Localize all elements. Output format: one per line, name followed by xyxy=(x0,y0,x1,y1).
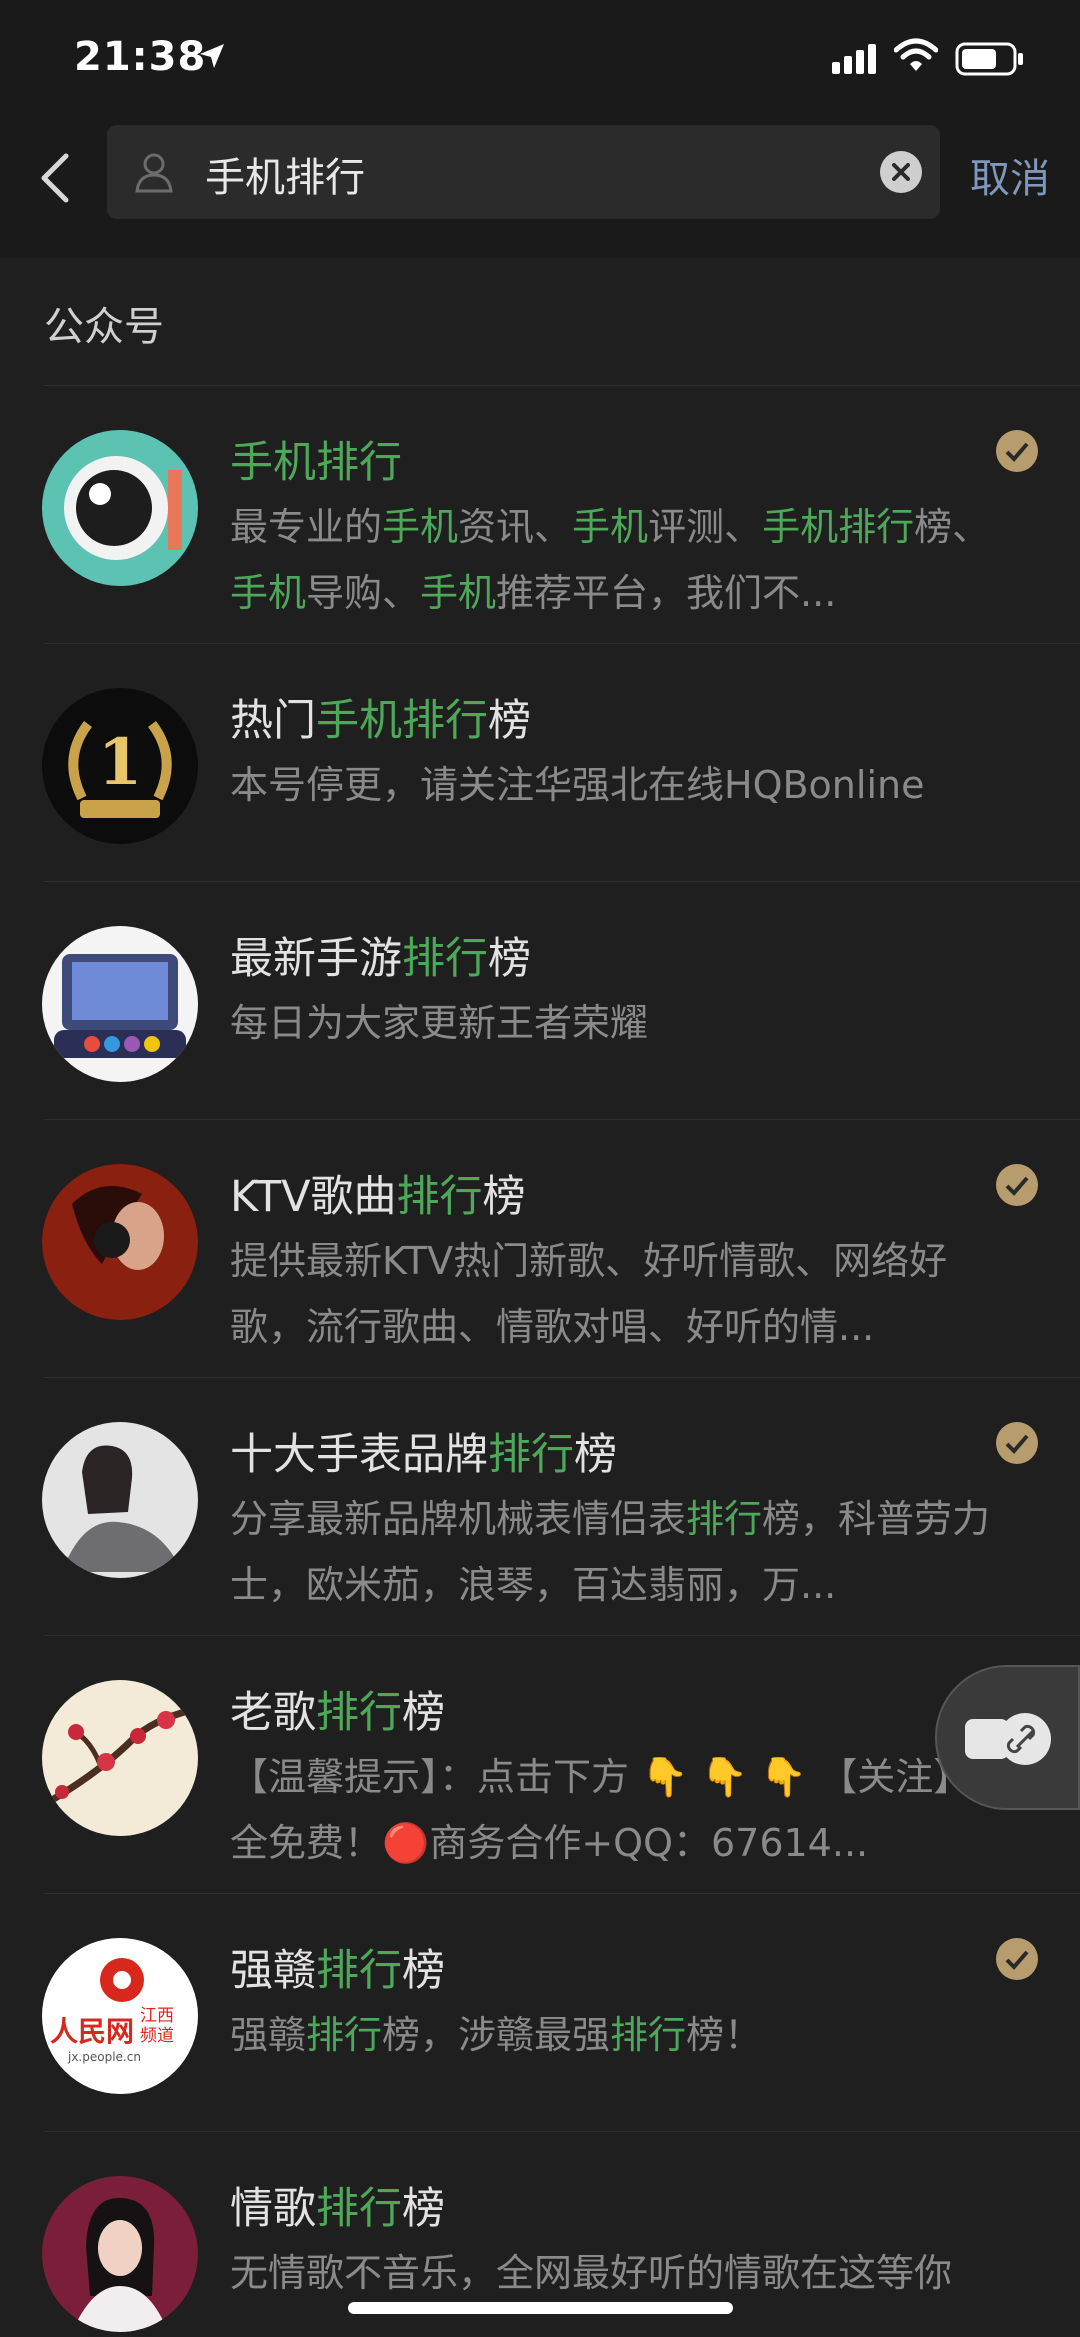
location-arrow-icon xyxy=(200,44,224,68)
result-description: 提供最新KTV热门新歌、好听情歌、网络好歌，流行歌曲、情歌对唱、好听的情... xyxy=(230,1239,948,1349)
status-time: 21:38 xyxy=(74,34,207,80)
result-row[interactable]: 1 热门手机排行榜 本号停更，请关注华强北在线HQBonline xyxy=(0,644,1080,882)
home-indicator[interactable] xyxy=(348,2302,733,2314)
status-bar: 21:38 xyxy=(0,0,1080,120)
result-row[interactable]: 最新手游排行榜 每日为大家更新王者荣耀 xyxy=(0,882,1080,1120)
result-title: 最新手游排行榜 xyxy=(230,934,531,984)
result-description: 强赣排行榜，涉赣最强排行榜！ xyxy=(230,2013,763,2057)
arcade-console-icon xyxy=(42,926,198,1082)
cancel-button[interactable]: 取消 xyxy=(970,146,1050,204)
search-input[interactable]: 手机排行 xyxy=(107,125,940,219)
result-description: 最专业的手机资讯、手机评测、手机排行榜、手机导购、手机推荐平台，我们不... xyxy=(230,505,991,615)
result-description: 无情歌不音乐，全网最好听的情歌在这等你 xyxy=(230,2251,953,2295)
result-title: 十大手表品牌排行榜 xyxy=(230,1430,617,1480)
result-title: KTV歌曲排行榜 xyxy=(230,1172,526,1222)
logo-url: jx.people.cn xyxy=(68,2050,141,2064)
cellular-signal-icon xyxy=(832,44,876,74)
result-row[interactable]: 人民网 江西 频道 jx.people.cn 强赣排行榜 强赣排行榜，涉赣最强排行… xyxy=(0,1894,1080,2132)
result-title: 强赣排行榜 xyxy=(230,1946,445,1996)
result-title: 手机排行 xyxy=(230,438,402,488)
result-row[interactable]: 手机排行 最专业的手机资讯、手机评测、手机排行榜、手机导购、手机推荐平台，我们不… xyxy=(0,386,1080,644)
verified-badge-icon xyxy=(996,1164,1038,1206)
result-description: 本号停更，请关注华强北在线HQBonline xyxy=(230,763,925,807)
wifi-icon xyxy=(894,38,938,71)
official-account-icon xyxy=(135,153,173,193)
link-icon xyxy=(965,1713,1051,1765)
headphones-woman-icon xyxy=(42,1164,198,1320)
people-net-jiangxi-logo: 人民网 江西 频道 jx.people.cn xyxy=(42,1938,198,2094)
woman-portrait-icon xyxy=(42,1422,198,1578)
result-row[interactable]: KTV歌曲排行榜 提供最新KTV热门新歌、好听情歌、网络好歌，流行歌曲、情歌对唱… xyxy=(0,1120,1080,1378)
svg-text:1: 1 xyxy=(98,725,143,800)
search-query-text: 手机排行 xyxy=(205,155,365,201)
plum-blossom-icon xyxy=(42,1680,198,1836)
result-title: 老歌排行榜 xyxy=(230,1688,445,1738)
result-title: 情歌排行榜 xyxy=(230,2184,445,2234)
result-title: 热门手机排行榜 xyxy=(230,696,531,746)
camera-eye-icon xyxy=(42,430,198,586)
verified-badge-icon xyxy=(996,1938,1038,1980)
floating-link-button[interactable] xyxy=(935,1665,1080,1810)
result-row[interactable]: 老歌排行榜 【温馨提示】：点击下方 👇 👇 👇 【关注】完全免费！🔴商务合作+Q… xyxy=(0,1636,1080,1894)
result-row[interactable]: 十大手表品牌排行榜 分享最新品牌机械表情侣表排行榜，科普劳力士，欧米茄，浪琴，百… xyxy=(0,1378,1080,1636)
result-description: 【温馨提示】：点击下方 👇 👇 👇 【关注】完全免费！🔴商务合作+QQ：6761… xyxy=(230,1755,1010,1865)
result-description: 分享最新品牌机械表情侣表排行榜，科普劳力士，欧米茄，浪琴，百达翡丽，万... xyxy=(230,1497,991,1607)
section-title-official-accounts: 公众号 xyxy=(44,304,164,350)
laurel-number-one-icon: 1 xyxy=(42,688,198,844)
back-arrow-icon[interactable] xyxy=(36,150,76,206)
result-description: 每日为大家更新王者荣耀 xyxy=(230,1001,649,1045)
logo-text: 人民网 xyxy=(50,2015,135,2048)
verified-badge-icon xyxy=(996,1422,1038,1464)
logo-side-text: 江西 频道 xyxy=(140,2006,174,2046)
verified-badge-icon xyxy=(996,430,1038,472)
battery-icon xyxy=(955,42,1023,76)
clear-search-icon[interactable] xyxy=(880,151,922,193)
singer-portrait-icon xyxy=(42,2176,198,2332)
